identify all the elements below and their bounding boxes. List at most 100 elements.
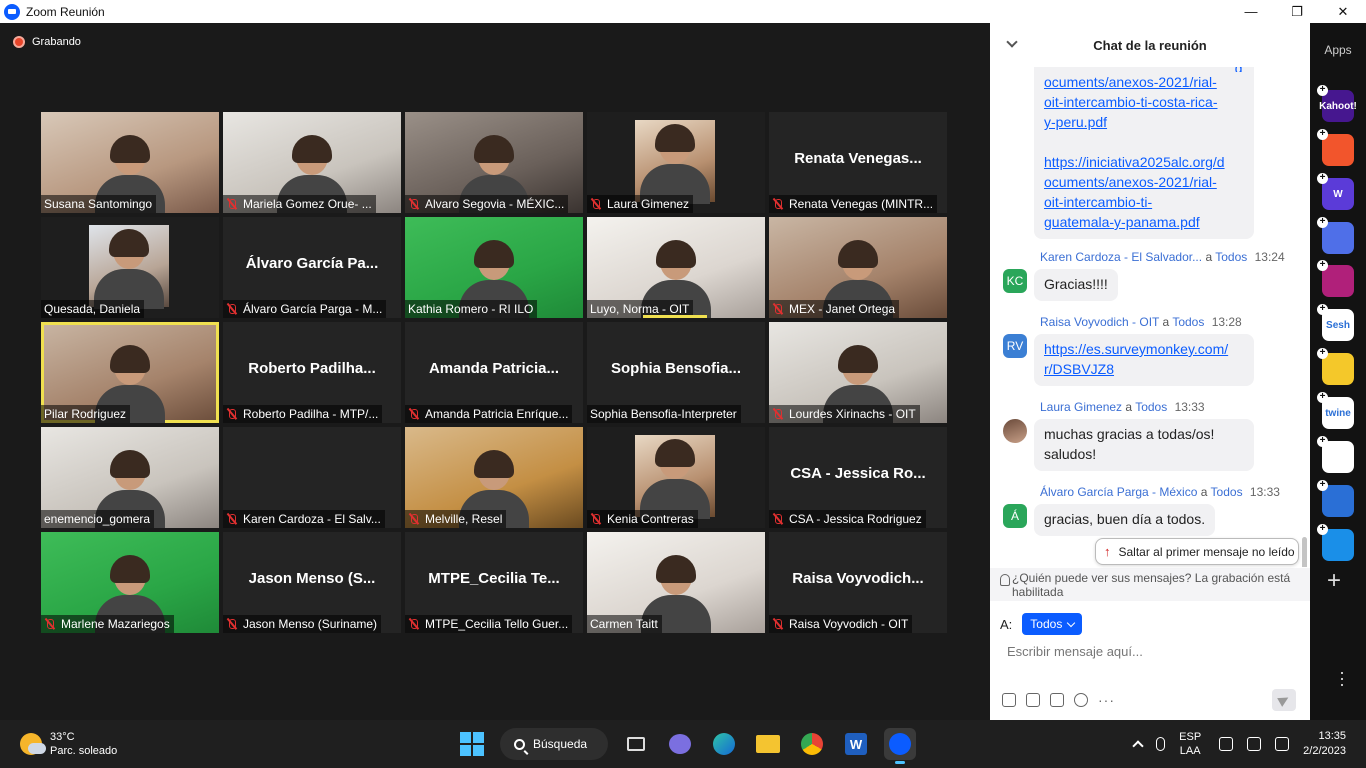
zoom-taskbar-icon[interactable] <box>884 728 916 764</box>
maximize-button[interactable]: ❐ <box>1274 0 1320 23</box>
participant-name: Sophia Bensofia-Interpreter <box>590 407 737 421</box>
surveymonkey-link[interactable]: https://es.surveymonkey.com/ r/DSBVJZ8 <box>1044 339 1244 379</box>
participant-tile[interactable]: Kathia Romero - RI ILO <box>405 217 583 318</box>
screenshot-icon[interactable] <box>1026 693 1040 707</box>
more-icon[interactable]: ··· <box>1098 693 1115 707</box>
participant-name-label: Melville, Resel <box>405 510 507 528</box>
teams-chat-icon[interactable] <box>664 728 696 760</box>
recording-indicator[interactable]: Grabando <box>13 36 81 48</box>
participant-name-label: Roberto Padilha - MTP/... <box>223 405 383 423</box>
battery-icon[interactable] <box>1275 737 1290 751</box>
participant-tile[interactable]: Lourdes Xirinachs - OIT <box>769 322 947 423</box>
person-icon <box>1000 574 1010 586</box>
chat-messages[interactable]: ________________________ g ocuments/anex… <box>990 67 1310 567</box>
file-explorer-icon[interactable] <box>752 728 784 760</box>
microphone-muted-icon <box>408 618 420 630</box>
more-icon[interactable]: ··· <box>1333 670 1353 688</box>
link-line: oit-intercambio-ti- <box>1044 194 1153 210</box>
participant-tile[interactable]: Luyo, Norma - OIT <box>587 217 765 318</box>
participant-tile[interactable]: Kenia Contreras <box>587 427 765 528</box>
participant-tile[interactable]: MEX - Janet Ortega <box>769 217 947 318</box>
chevron-down-icon[interactable] <box>1006 36 1018 48</box>
composer-toolbar: ··· <box>1002 693 1115 707</box>
clock[interactable]: 13:35 2/2/2023 <box>1303 729 1346 759</box>
privacy-notice[interactable]: ¿Quién puede ver sus mensajes? La grabac… <box>990 568 1310 601</box>
word-icon[interactable]: W <box>840 728 872 760</box>
app-icon[interactable]: + <box>1317 217 1354 254</box>
app-icon[interactable]: + <box>1317 480 1354 517</box>
app-name: twine <box>1325 407 1351 419</box>
file-icon[interactable] <box>1050 693 1064 707</box>
chat-link-2[interactable]: https://iniciativa2025alc.org/d ocuments… <box>1044 152 1244 232</box>
app-icon[interactable]: + <box>1317 524 1354 561</box>
recipient-dropdown[interactable]: Todos <box>1022 613 1083 635</box>
start-button[interactable] <box>456 728 488 760</box>
clock-date: 2/2/2023 <box>1303 745 1346 757</box>
participant-tile[interactable]: Laura Gimenez <box>587 112 765 213</box>
chat-link-1[interactable]: ocuments/anexos-2021/rial- oit-intercamb… <box>1044 72 1244 132</box>
app-icon[interactable]: + Kahoot! <box>1317 85 1357 122</box>
participant-tile[interactable]: Sophia Bensofia... Sophia Bensofia-Interp… <box>587 322 765 423</box>
message-line: muchas gracias a todas/os! <box>1044 426 1215 442</box>
taskbar-search[interactable]: Búsqueda <box>500 728 608 760</box>
apps-label[interactable]: Apps <box>1310 43 1366 57</box>
message-to-word: a <box>1125 400 1133 414</box>
language-indicator[interactable]: ESP LAA <box>1179 730 1201 758</box>
chat-scrollbar[interactable] <box>1302 537 1307 567</box>
chevron-up-icon[interactable] <box>1132 740 1144 752</box>
app-icon[interactable]: + <box>1317 348 1354 385</box>
edge-icon[interactable] <box>708 728 740 760</box>
participant-tile[interactable]: Roberto Padilha... Roberto Padilha - MTP/… <box>223 322 401 423</box>
app-icon[interactable]: + <box>1317 260 1354 297</box>
participant-tile[interactable]: Karen Cardoza - El Salv... <box>223 427 401 528</box>
participant-tile[interactable]: Amanda Patricia... Amanda Patricia Enríqu… <box>405 322 583 423</box>
participant-tile[interactable]: Mariela Gomez Orue- ... <box>223 112 401 213</box>
volume-icon[interactable] <box>1247 737 1262 751</box>
message-header: Laura Gimenez a Todos 13:33 <box>1040 399 1310 415</box>
participant-tile[interactable]: Alvaro Segovia - MÉXIC... <box>405 112 583 213</box>
close-button[interactable]: ✕ <box>1320 0 1366 23</box>
jump-to-unread-button[interactable]: ↑ Saltar al primer mensaje no leído <box>1095 538 1299 565</box>
add-app-icon[interactable]: + <box>1327 569 1341 593</box>
participant-tile[interactable]: Jason Menso (S... Jason Menso (Suriname) <box>223 532 401 633</box>
app-icon[interactable]: + W <box>1317 173 1354 210</box>
participant-figure <box>94 229 164 309</box>
app-icon[interactable]: + <box>1317 436 1354 473</box>
weather-widget[interactable]: 33°C Parc. soleado <box>20 730 117 758</box>
chat-input[interactable]: Escribir mensaje aquí... <box>1007 644 1143 659</box>
participant-tile[interactable]: Quesada, Daniela <box>41 217 219 318</box>
participant-tile[interactable]: Raisa Voyvodich... Raisa Voyvodich - OIT <box>769 532 947 633</box>
link-line: y-peru.pdf <box>1044 114 1108 130</box>
participant-tile[interactable]: Melville, Resel <box>405 427 583 528</box>
network-icon[interactable] <box>1219 737 1234 751</box>
format-icon[interactable] <box>1002 693 1016 707</box>
microphone-muted-icon <box>772 198 784 210</box>
participant-tile[interactable]: Susana Santomingo <box>41 112 219 213</box>
participant-name: MEX - Janet Ortega <box>789 302 896 316</box>
minimize-button[interactable]: — <box>1228 0 1274 23</box>
plus-icon: + <box>1317 217 1328 228</box>
participant-name: Kenia Contreras <box>607 512 694 526</box>
task-view-icon[interactable] <box>620 728 652 760</box>
chrome-icon[interactable] <box>796 728 828 760</box>
participant-name-label: Amanda Patricia Enríque... <box>405 405 573 423</box>
participant-tile[interactable]: Álvaro García Pa... Álvaro García Parga -… <box>223 217 401 318</box>
send-button[interactable] <box>1272 689 1296 711</box>
microphone-icon[interactable] <box>1156 737 1166 751</box>
app-icon[interactable]: + <box>1317 129 1354 166</box>
participant-tile[interactable]: Carmen Taitt <box>587 532 765 633</box>
chat-header: Chat de la reunión <box>990 23 1310 67</box>
participant-tile[interactable]: Pilar Rodriguez <box>41 322 219 423</box>
emoji-icon[interactable] <box>1074 693 1088 707</box>
participant-name: Melville, Resel <box>425 512 503 526</box>
participant-name: Susana Santomingo <box>44 197 153 211</box>
participant-tile[interactable]: MTPE_Cecilia Te... MTPE_Cecilia Tello Gue… <box>405 532 583 633</box>
app-icon[interactable]: + Sesh <box>1317 304 1354 341</box>
participant-tile[interactable]: enemencio_gomera <box>41 427 219 528</box>
participant-tile[interactable]: Marlene Mazariegos <box>41 532 219 633</box>
participant-tile[interactable]: CSA - Jessica Ro... CSA - Jessica Rodrigu… <box>769 427 947 528</box>
app-icon[interactable]: + twine <box>1317 392 1354 429</box>
participant-name-label: Marlene Mazariegos <box>41 615 174 633</box>
participant-tile[interactable]: Renata Venegas... Renata Venegas (MINTR..… <box>769 112 947 213</box>
app-name: Kahoot! <box>1319 100 1357 112</box>
